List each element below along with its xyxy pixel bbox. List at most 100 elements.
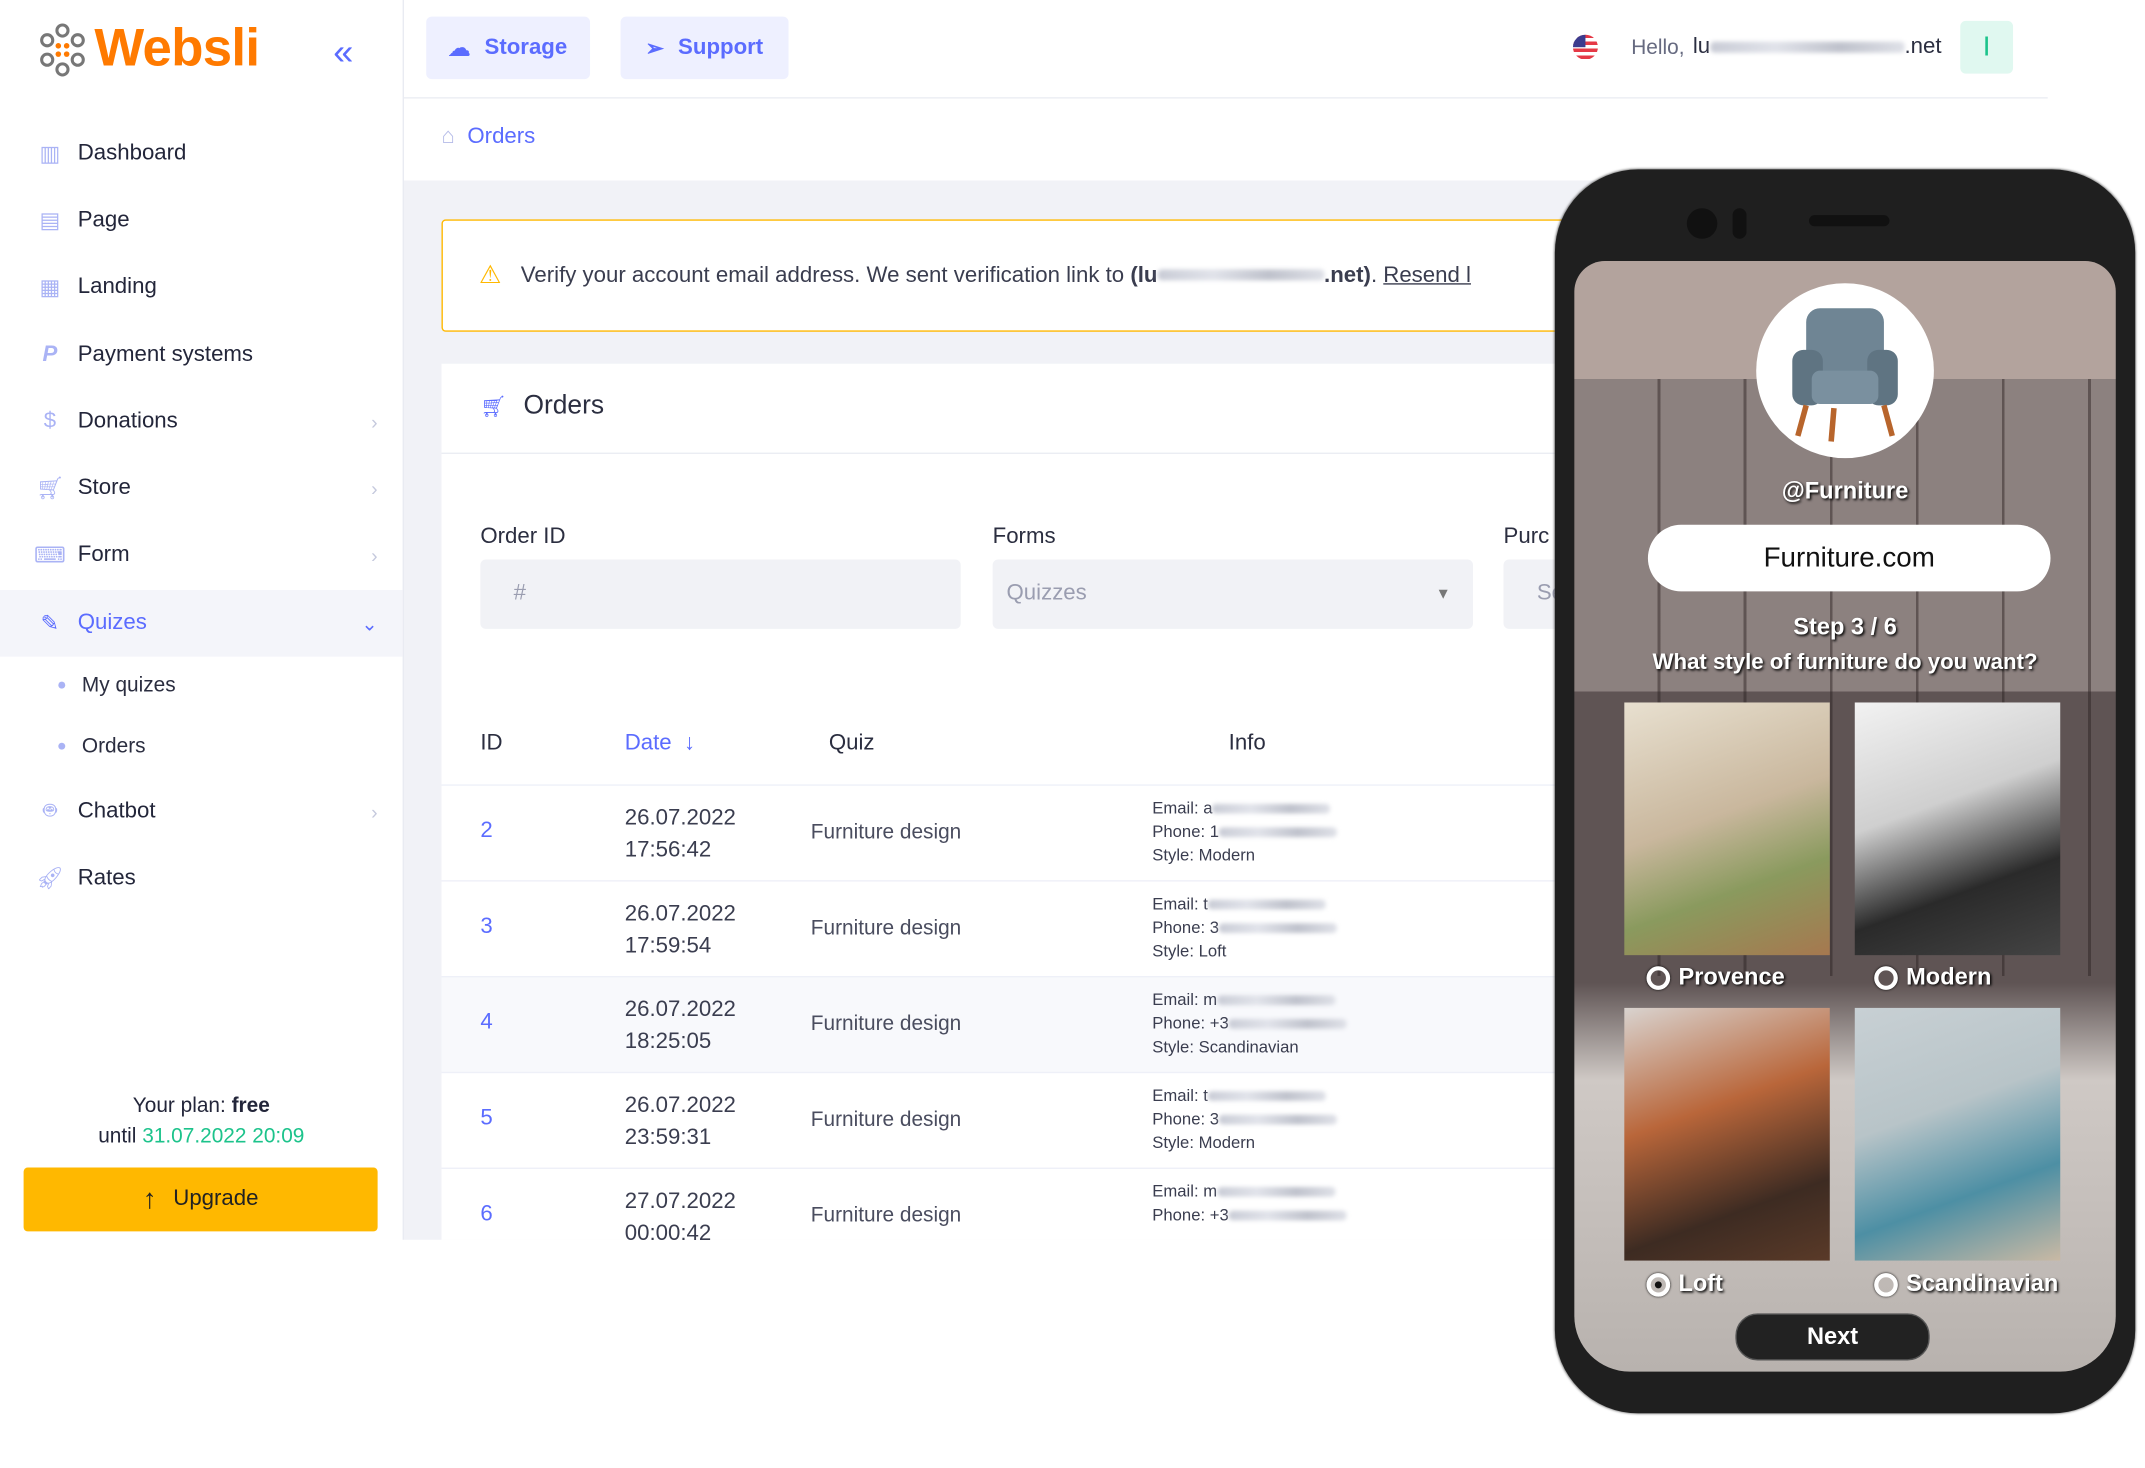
user-email: lu .net (1693, 35, 1942, 60)
quiz-site-button[interactable]: Furniture.com (1647, 524, 2051, 592)
sidebar-item-dashboard[interactable]: ▥ Dashboard (0, 121, 403, 188)
camera-icon (1686, 208, 1718, 239)
sidebar-subitem-my-quizes[interactable]: My quizes (58, 673, 176, 697)
order-phone: Phone: 3 (1152, 1108, 1337, 1132)
order-quiz: Furniture design (810, 916, 962, 940)
option-scandinavian[interactable]: Scandinavian (1874, 1270, 2058, 1298)
order-style: Style: Scandinavian (1152, 1037, 1299, 1057)
sidebar-item-chatbot[interactable]: 🤖︎ Chatbot › (0, 779, 403, 846)
sidebar-item-payment-systems[interactable]: P Payment systems (0, 322, 403, 389)
table-row[interactable]: 4 26.07.2022 18:25:05 Furniture design Email… (441, 975, 1691, 1074)
user-email-suffix: .net (1904, 34, 1942, 59)
logo-icon (40, 22, 85, 76)
sidebar-item-label: Quizes (77, 610, 147, 635)
radio-icon (1874, 1272, 1898, 1296)
caret-down-icon: ▼ (1435, 585, 1451, 603)
support-button[interactable]: ➢ Support (620, 16, 789, 80)
rocket-icon: 🚀︎ (35, 867, 65, 892)
table-row[interactable]: 3 26.07.2022 17:59:54 Furniture design Email… (441, 880, 1691, 977)
column-header-id[interactable]: ID (480, 732, 502, 757)
sidebar-item-page[interactable]: ▤ Page (0, 187, 403, 254)
redacted-text (1217, 1187, 1336, 1198)
table-row[interactable]: 5 26.07.2022 23:59:31 Furniture design Email… (441, 1071, 1691, 1169)
option-modern[interactable]: Modern (1874, 963, 1991, 991)
order-id-label: Order ID (480, 524, 566, 549)
order-email-text: Email: t (1152, 1085, 1208, 1106)
order-id-link[interactable]: 2 (480, 819, 492, 844)
order-id-link[interactable]: 4 (480, 1011, 492, 1036)
table-row[interactable]: 6 27.07.2022 00:00:42 Furniture design Email… (441, 1167, 1691, 1265)
plan-until-label: until (98, 1124, 137, 1149)
order-date-time: 23:59:31 (624, 1125, 712, 1150)
redacted-text (1228, 1211, 1347, 1221)
home-icon[interactable]: ⌂ (441, 125, 454, 150)
orders-card-title: 🛒︎ Orders (480, 392, 604, 423)
sidebar-item-quizes[interactable]: ✎ Quizes ⌄ (0, 590, 403, 657)
column-header-date[interactable]: Date ↓ (625, 732, 695, 757)
scandinavian-image[interactable] (1854, 1007, 2061, 1261)
resend-link[interactable]: Resend l (1383, 263, 1471, 288)
column-header-info[interactable]: Info (1229, 732, 1266, 757)
alert-email: (lu .net) (1130, 263, 1371, 288)
avatar[interactable]: I (1960, 20, 2014, 74)
order-id-link[interactable]: 3 (480, 915, 492, 940)
redacted-text (1218, 923, 1337, 934)
sidebar-item-form[interactable]: ⌨ Form › (0, 522, 403, 589)
sidebar-item-rates[interactable]: 🚀︎ Rates (0, 845, 403, 912)
sidebar-item-landing[interactable]: ▦ Landing (0, 254, 403, 321)
landing-icon: ▦ (39, 276, 61, 300)
date-header-label: Date (624, 731, 672, 756)
order-style: Style: Modern (1152, 845, 1256, 865)
keyboard-icon: ⌨ (33, 544, 67, 568)
order-date-day: 27.07.2022 (624, 1189, 736, 1214)
cart-icon: 🛒︎ (35, 477, 65, 502)
sidebar-item-label: Page (77, 208, 130, 232)
order-info: Email: m Phone: +3 (1152, 1180, 1347, 1227)
order-email-text: Email: m (1152, 1181, 1218, 1201)
loft-image[interactable] (1624, 1007, 1830, 1261)
page-icon: ▤ (39, 209, 61, 234)
upgrade-button[interactable]: ↑ Upgrade (23, 1167, 378, 1232)
order-id-input[interactable]: # (480, 559, 961, 629)
redacted-text (1710, 41, 1905, 53)
chevron-down-icon: ⌄ (361, 611, 378, 634)
order-email: Email: t (1152, 1084, 1337, 1108)
order-id-link[interactable]: 5 (480, 1106, 492, 1131)
order-date-day: 26.07.2022 (624, 902, 736, 926)
quiz-icon: ✎ (40, 612, 60, 636)
order-quiz: Furniture design (810, 820, 962, 845)
forms-select[interactable]: Quizzes ▼ (992, 559, 1473, 629)
sidebar-item-label: Donations (77, 409, 178, 434)
alert-text: Verify your account email address. We se… (520, 263, 1125, 287)
option-label: Scandinavian (1906, 1270, 2059, 1297)
order-email-text: Email: m (1152, 989, 1218, 1010)
sidebar-item-donations[interactable]: $ Donations › (0, 389, 403, 456)
sidebar-subitem-orders[interactable]: Orders (58, 734, 146, 758)
alert-email-prefix: (lu (1130, 263, 1158, 287)
modern-image[interactable] (1854, 702, 2061, 956)
forms-selected-value: Quizzes (1006, 581, 1087, 606)
collapse-sidebar-icon[interactable]: « (333, 31, 353, 74)
user-greeting[interactable]: Hello, lu .net (1631, 35, 1941, 60)
storage-button[interactable]: ☁ Storage (426, 16, 590, 80)
order-date: 26.07.2022 23:59:31 (625, 1090, 736, 1154)
sidebar-item-store[interactable]: 🛒︎ Store › (0, 455, 403, 522)
paper-plane-icon: ➢ (645, 36, 665, 61)
sidebar-item-label: Store (77, 476, 131, 500)
option-loft[interactable]: Loft (1646, 1270, 1723, 1298)
option-provence[interactable]: Provence (1646, 963, 1785, 991)
next-button[interactable]: Next (1735, 1313, 1930, 1361)
paypal-icon: P (42, 342, 58, 367)
provence-image[interactable] (1624, 702, 1830, 956)
redacted-text (1218, 1115, 1337, 1125)
speaker-icon (1808, 215, 1890, 227)
table-row[interactable]: 2 26.07.2022 17:56:42 Furniture design Email… (441, 784, 1691, 881)
column-header-quiz[interactable]: Quiz (829, 732, 875, 757)
order-date-time: 17:59:54 (624, 934, 712, 958)
logo[interactable]: Websli (36, 19, 260, 79)
order-id-link[interactable]: 6 (480, 1202, 492, 1227)
hello-label: Hello, (1631, 35, 1685, 60)
breadcrumb-current[interactable]: Orders (467, 125, 535, 150)
us-flag-icon[interactable] (1572, 34, 1598, 60)
bullet-icon (58, 681, 66, 689)
